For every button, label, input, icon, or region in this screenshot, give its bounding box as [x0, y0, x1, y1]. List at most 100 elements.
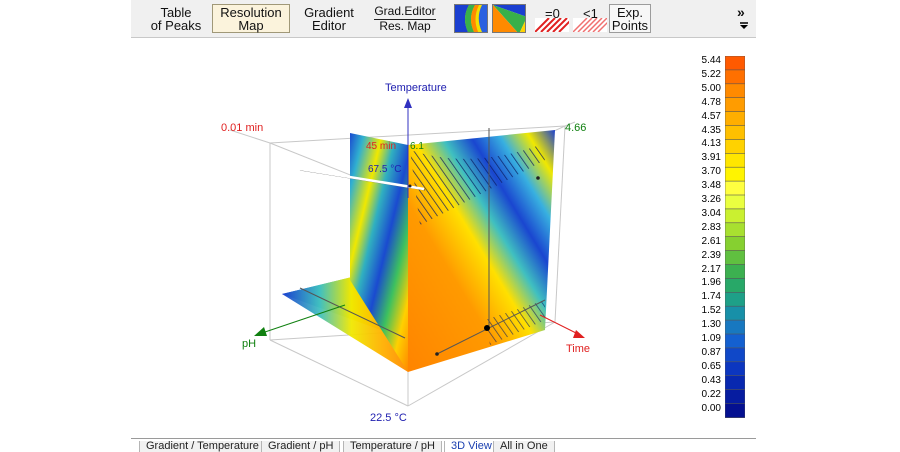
ph-axis-label: pH [242, 338, 256, 350]
dropdown-arrow-icon [740, 22, 748, 29]
legend-swatch [725, 292, 745, 307]
legend-value: 4.57 [701, 110, 721, 122]
tab-gradient-temperature[interactable]: Gradient / Temperature [139, 441, 266, 452]
tab-all-in-one[interactable]: All in One [493, 441, 555, 452]
legend-swatch [725, 264, 745, 279]
legend-value: 0.87 [701, 346, 721, 358]
legend-swatch [725, 347, 745, 363]
legend-swatch [725, 56, 745, 71]
legend-swatch [725, 222, 745, 238]
legend-swatch [725, 194, 745, 210]
temperature-axis-label: Temperature [385, 82, 447, 94]
time-axis-label: Time [566, 343, 590, 355]
legend-swatch [725, 278, 745, 293]
legend-swatch [725, 125, 745, 140]
legend-value: 3.70 [701, 166, 721, 178]
legend-value: 3.91 [701, 152, 721, 164]
hatch-red-icon [535, 18, 569, 32]
legend-value: 3.48 [701, 180, 721, 192]
legend-value: 4.78 [701, 96, 721, 108]
legend-color-bar [725, 56, 745, 418]
legend-swatch [725, 111, 745, 127]
legend-swatch [725, 319, 745, 335]
3d-plot[interactable]: Temperature pH Time 0.01 min 4.66 22.5 °… [131, 38, 756, 438]
legend-swatch [725, 153, 745, 168]
cursor-temperature-label: 67.5 °C [368, 164, 401, 175]
gradient-editor-button[interactable]: Gradient Editor [295, 4, 363, 33]
legend-value: 2.83 [701, 221, 721, 233]
cursor-point[interactable] [484, 325, 490, 331]
legend-value: 4.35 [701, 124, 721, 136]
exp-point-2 [536, 176, 540, 180]
legend-value: 1.30 [701, 319, 721, 331]
gradient-editor-label-1: Gradient [304, 4, 354, 20]
legend-value: 5.22 [701, 68, 721, 80]
more-button[interactable]: » [737, 4, 753, 33]
grad-editor-res-map-button[interactable]: Grad.Editor Res. Map [371, 4, 439, 33]
legend-value: 1.09 [701, 333, 721, 344]
resolution-map-button[interactable]: Resolution Map [212, 4, 290, 33]
exp-points-label-2: Points [611, 17, 649, 33]
legend-value: 2.61 [701, 235, 721, 247]
legend-swatch [725, 97, 745, 113]
legend-value: 3.04 [701, 207, 721, 219]
resolution-map-label-2: Map [238, 17, 264, 33]
ph-max-label: 4.66 [565, 122, 586, 134]
view-tabs: Gradient / Temperature Gradient / pH Tempe… [131, 438, 756, 452]
3d-view-panel[interactable]: Temperature pH Time 0.01 min 4.66 22.5 °… [131, 38, 756, 438]
legend-value: 2.39 [701, 249, 721, 261]
legend-value: 1.74 [701, 291, 721, 303]
legend-swatch [725, 403, 745, 418]
table-of-peaks-label-1: Table [160, 4, 192, 20]
legend-value: 1.96 [701, 277, 721, 289]
legend-swatch [725, 83, 745, 99]
resolution-zero-filter[interactable]: =0 [535, 4, 569, 33]
exp-point-1 [435, 352, 439, 356]
exp-points-button[interactable]: Exp. Points [609, 4, 651, 33]
legend-swatch [725, 139, 745, 154]
legend-swatch [725, 305, 745, 321]
resolution-lt1-filter[interactable]: <1 [573, 4, 607, 33]
tab-gradient-ph[interactable]: Gradient / pH [261, 441, 341, 452]
legend-value: 4.13 [701, 138, 721, 150]
time-start-label: 0.01 min [221, 122, 263, 134]
legend-swatch [725, 361, 745, 377]
legend-swatch [725, 333, 745, 349]
tab-3d-view[interactable]: 3D View [444, 441, 499, 452]
grad-editor-label: Grad.Editor [374, 3, 436, 20]
cursor-ph-label: 6.1 [410, 141, 424, 152]
tab-temperature-ph[interactable]: Temperature / pH [343, 441, 442, 452]
legend-value: 2.17 [701, 263, 721, 275]
legend-swatch [725, 389, 745, 405]
toolbar: Table of Peaks Resolution Map Gradient E… [131, 0, 756, 38]
legend-swatch [725, 69, 745, 85]
legend-value: 0.43 [701, 374, 721, 386]
chevron-double-right-icon: » [737, 4, 745, 20]
legend-swatch [725, 208, 745, 224]
legend-value: 0.65 [701, 360, 721, 372]
contour-map-icon[interactable] [454, 4, 488, 33]
hatch-red-light-icon [573, 18, 607, 32]
color-legend: 5.44 5.22 5.00 4.78 4.57 4.35 4.13 3.91 3.70 3.48… [695, 56, 755, 418]
table-of-peaks-button[interactable]: Table of Peaks [143, 4, 209, 33]
legend-value: 5.44 [701, 55, 721, 66]
temperature-min-label: 22.5 °C [370, 412, 407, 424]
exp-point-3 [408, 184, 412, 188]
table-of-peaks-label-2: of Peaks [150, 17, 202, 33]
legend-swatch [725, 236, 745, 252]
legend-swatch [725, 180, 745, 196]
legend-swatch [725, 375, 745, 391]
res-map-label: Res. Map [379, 18, 431, 33]
legend-value: 5.00 [701, 82, 721, 94]
legend-value: 3.26 [701, 194, 721, 205]
surface-map-icon[interactable] [492, 4, 526, 33]
cursor-time-label: 45 min [366, 141, 396, 152]
resolution-map-label-1: Resolution [220, 4, 282, 20]
legend-value: 0.22 [701, 388, 721, 400]
legend-value: 0.00 [701, 402, 721, 414]
legend-swatch [725, 166, 745, 182]
exp-points-label-1: Exp. [616, 4, 643, 20]
legend-value: 1.52 [701, 305, 721, 317]
legend-swatch [725, 250, 745, 266]
gradient-editor-label-2: Editor [312, 17, 346, 33]
